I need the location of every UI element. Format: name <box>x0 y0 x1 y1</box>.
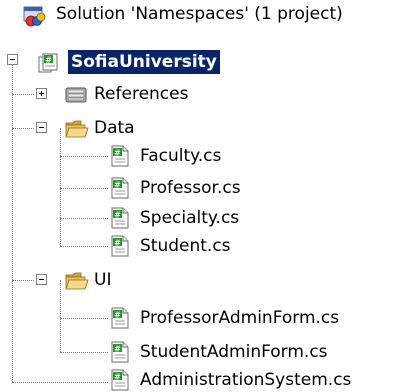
file-label: Faculty.cs <box>140 146 222 166</box>
tree-line-faculty <box>60 156 108 157</box>
ui-folder-node[interactable]: UI <box>60 268 260 292</box>
file-label: Professor.cs <box>140 178 241 198</box>
project-node[interactable]: # SofiaUniversity <box>32 50 292 74</box>
svg-text:#: # <box>45 55 52 64</box>
tree-line-professor-admin <box>60 318 108 319</box>
tree-line-root-file <box>12 382 108 383</box>
csharp-file-icon <box>110 369 130 391</box>
file-label: ProfessorAdminForm.cs <box>140 308 340 328</box>
project-collapse-toggle[interactable] <box>7 54 18 65</box>
data-folder-node[interactable]: Data <box>60 116 260 140</box>
solution-icon <box>23 6 46 27</box>
csharp-file-icon <box>110 235 130 257</box>
file-item-faculty[interactable]: Faculty.cs <box>108 144 368 168</box>
file-label: Student.cs <box>140 236 231 256</box>
references-node[interactable]: References <box>60 82 280 106</box>
references-label: References <box>94 84 189 104</box>
file-label: Specialty.cs <box>140 208 240 228</box>
csharp-file-icon <box>110 177 130 199</box>
data-folder-collapse-toggle[interactable] <box>36 122 47 133</box>
solution-label: Solution 'Namespaces' (1 project) <box>56 4 343 24</box>
tree-line-professor <box>60 188 108 189</box>
csharp-file-icon <box>110 307 130 329</box>
tree-line-specialty <box>60 218 108 219</box>
tree-line-references <box>12 94 34 95</box>
solution-node[interactable]: Solution 'Namespaces' (1 project) <box>22 2 401 27</box>
csharp-file-icon <box>110 341 130 363</box>
folder-open-icon <box>64 271 90 291</box>
tree-line-student <box>60 246 108 247</box>
file-item-student-admin-form[interactable]: StudentAdminForm.cs <box>108 340 400 364</box>
file-item-administration-system[interactable]: AdministrationSystem.cs <box>108 368 400 392</box>
tree-line-ui <box>12 280 34 281</box>
tree-line-student-admin <box>60 352 108 353</box>
file-item-professor[interactable]: Professor.cs <box>108 176 368 200</box>
ui-folder-label: UI <box>94 270 112 290</box>
csharp-file-icon <box>110 207 130 229</box>
tree-line-data-children <box>60 128 61 246</box>
folder-open-icon <box>64 119 90 139</box>
references-expand-toggle[interactable] <box>36 88 47 99</box>
csharp-project-icon: # <box>38 53 58 73</box>
file-label: AdministrationSystem.cs <box>140 370 352 390</box>
references-icon <box>65 87 87 103</box>
tree-line-data <box>12 128 34 129</box>
csharp-file-icon <box>110 145 130 167</box>
project-label: SofiaUniversity <box>68 50 220 74</box>
data-folder-label: Data <box>94 118 135 138</box>
file-item-professor-admin-form[interactable]: ProfessorAdminForm.cs <box>108 306 400 330</box>
file-item-specialty[interactable]: Specialty.cs <box>108 206 368 230</box>
file-item-student[interactable]: Student.cs <box>108 234 368 258</box>
ui-folder-collapse-toggle[interactable] <box>36 274 47 285</box>
file-label: StudentAdminForm.cs <box>140 342 328 362</box>
solution-explorer-tree: Solution 'Namespaces' (1 project) # Sofi… <box>0 0 401 391</box>
tree-line-project <box>12 58 13 382</box>
